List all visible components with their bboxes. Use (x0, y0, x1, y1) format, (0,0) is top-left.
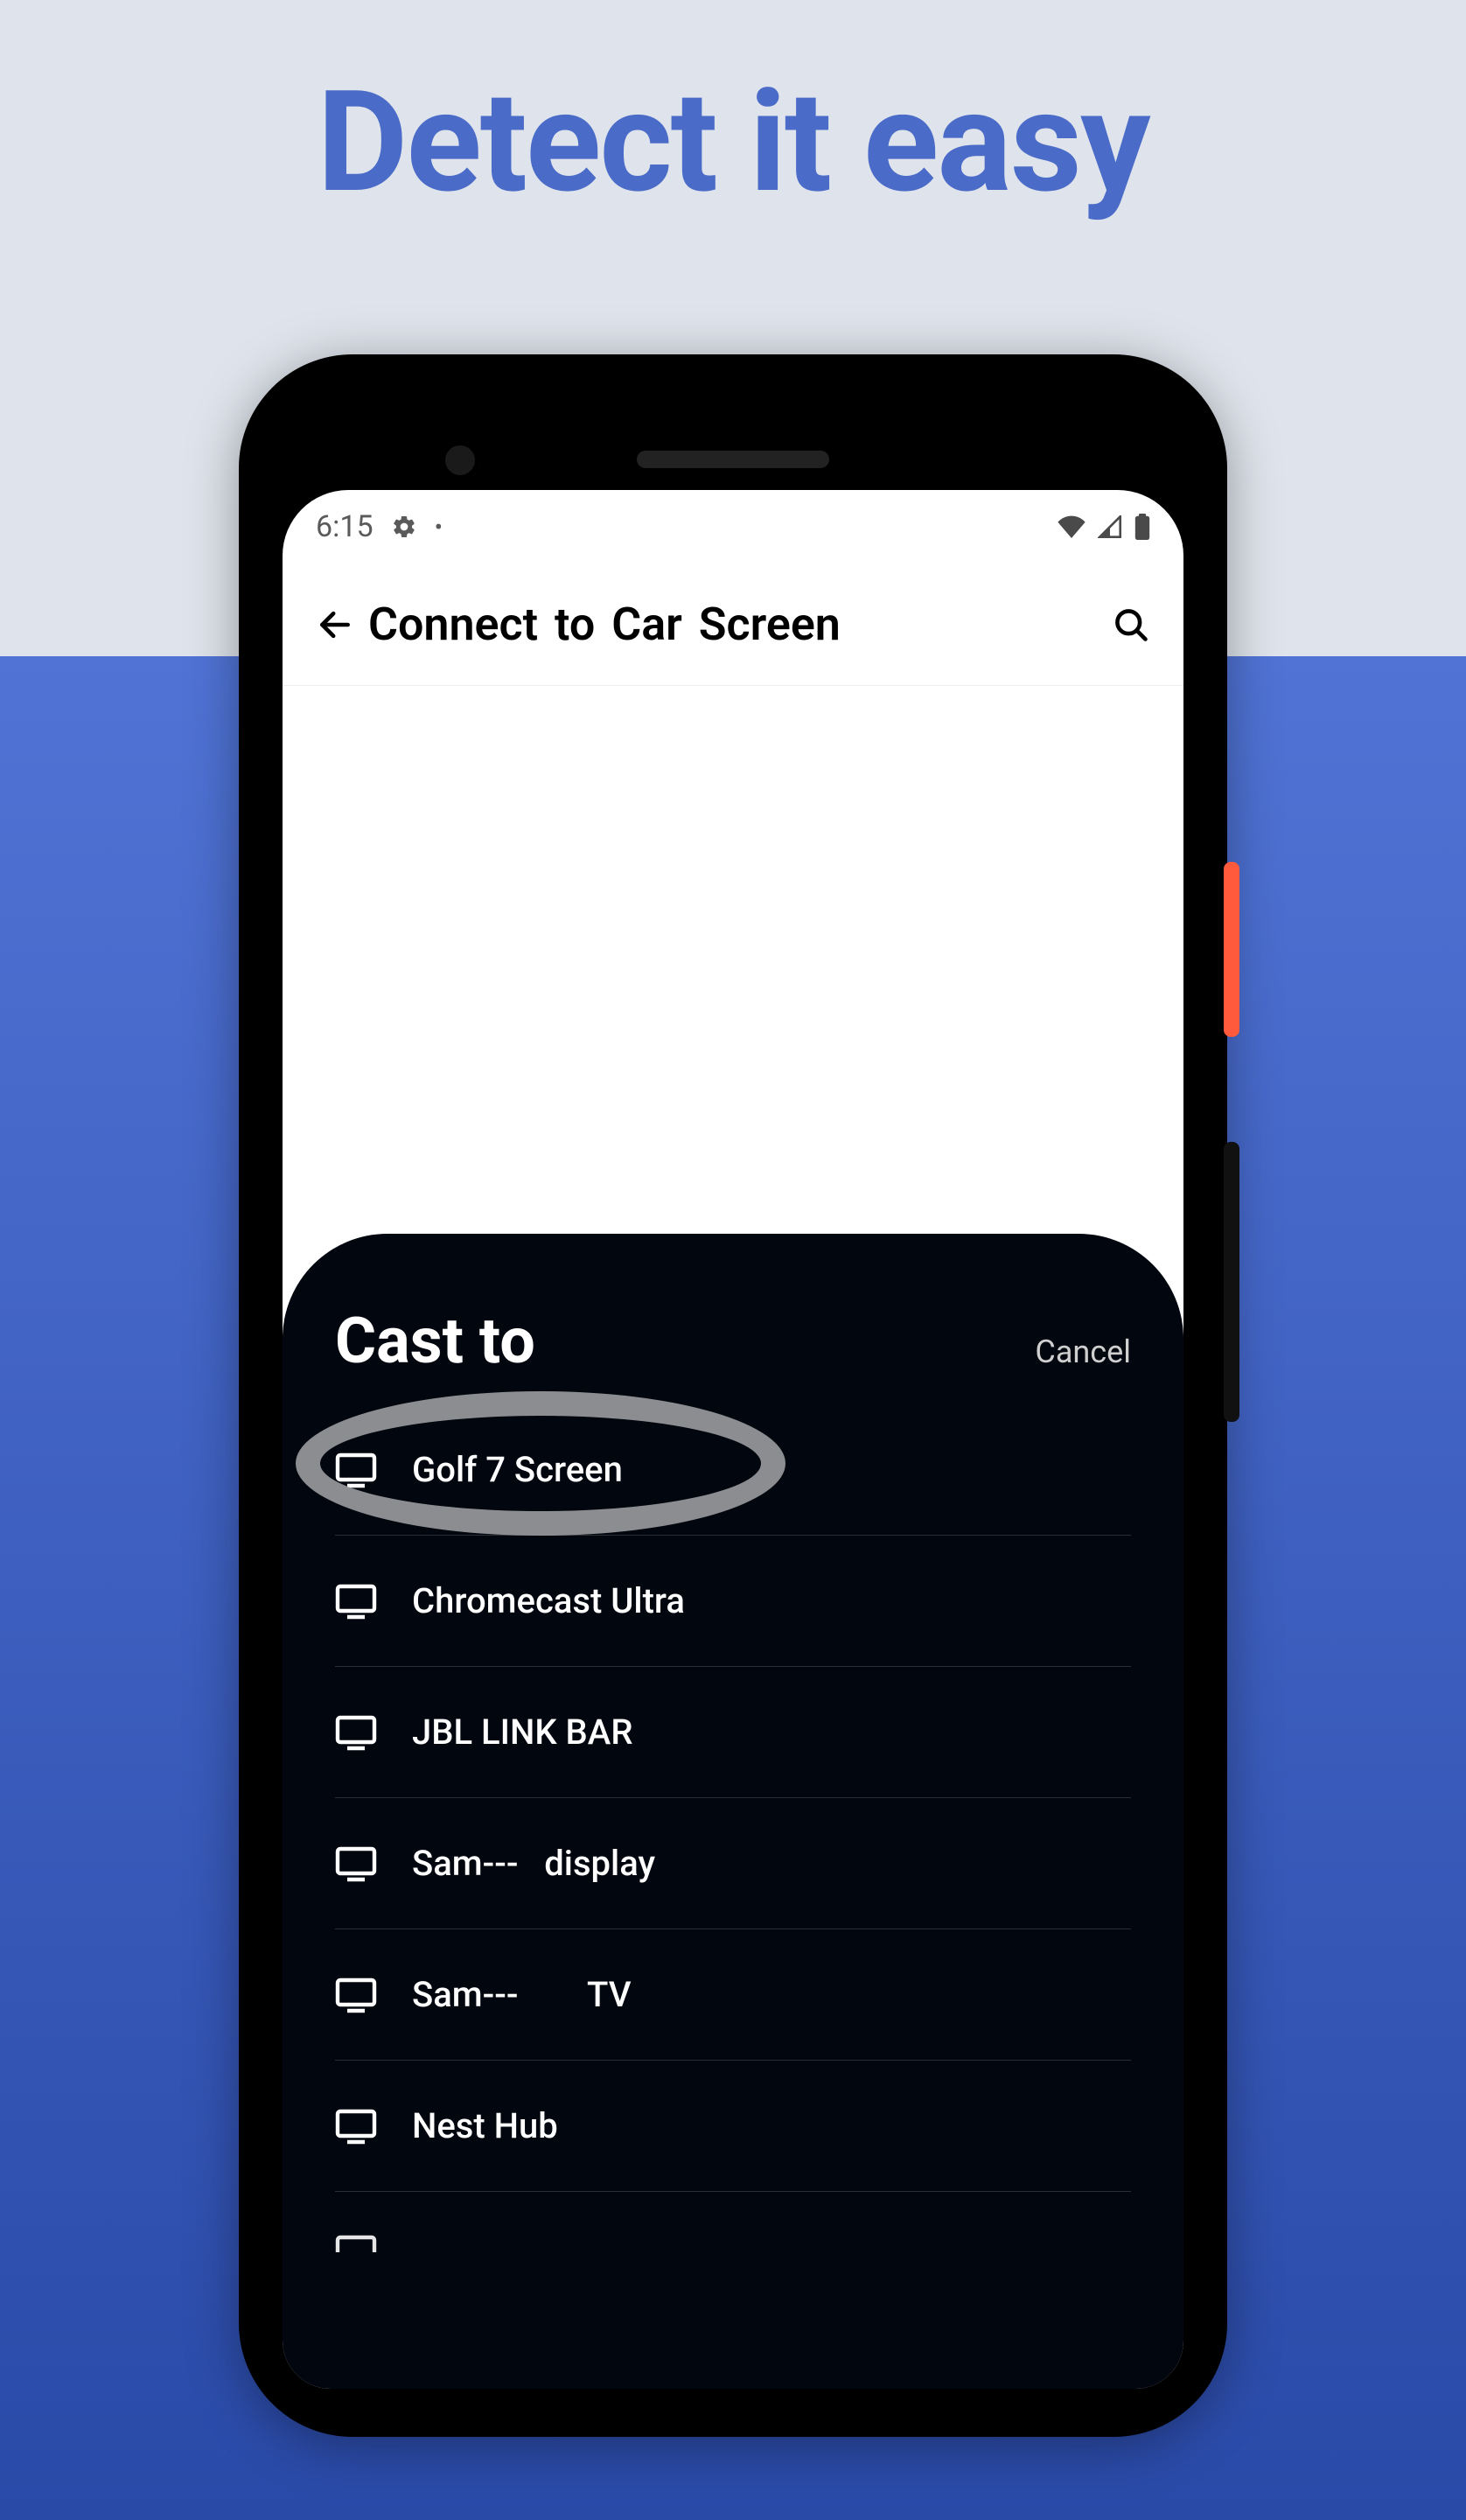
device-item-sam-display[interactable]: Sam--- display (335, 1798, 1131, 1929)
tv-icon (335, 1452, 377, 1488)
tv-icon (335, 2232, 377, 2255)
tv-icon (335, 2108, 377, 2145)
status-dot-icon: • (435, 513, 443, 542)
gear-icon (391, 514, 417, 540)
status-time: 6:15 (316, 509, 373, 544)
cancel-button[interactable]: Cancel (1035, 1334, 1131, 1370)
sheet-title: Cast to (335, 1304, 535, 1378)
battery-icon (1134, 514, 1150, 540)
device-item-nest-hub[interactable]: Nest Hub (335, 2061, 1131, 2192)
power-button (1224, 862, 1239, 1037)
device-item-partial[interactable] (335, 2192, 1131, 2262)
device-item-golf7[interactable]: Golf 7 Screen (335, 1404, 1131, 1536)
device-label: Nest Hub (412, 2105, 558, 2146)
phone-speaker (637, 451, 829, 468)
phone-frame: 6:15 • (239, 354, 1227, 2437)
device-label: Golf 7 Screen (412, 1449, 623, 1490)
content-blank (283, 686, 1183, 1228)
device-item-sam-tv[interactable]: Sam--- TV (335, 1929, 1131, 2061)
device-list: Golf 7 Screen Chromecast Ultra JBL LINK … (283, 1404, 1183, 2262)
wifi-icon (1058, 515, 1086, 538)
phone-screen: 6:15 • (283, 490, 1183, 2389)
tv-icon (335, 1845, 377, 1882)
back-button[interactable] (309, 598, 361, 651)
device-item-chromecast-ultra[interactable]: Chromecast Ultra (335, 1536, 1131, 1667)
volume-button (1224, 1142, 1239, 1422)
status-bar: 6:15 • (283, 490, 1183, 564)
tv-icon (335, 1977, 377, 2013)
cellular-icon (1098, 515, 1122, 538)
page-title: Connect to Car Screen (361, 598, 1105, 651)
device-label: Chromecast Ultra (412, 1580, 685, 1621)
search-button[interactable] (1105, 598, 1157, 651)
device-label: JBL LINK BAR (412, 1712, 633, 1753)
marketing-headline: Detect it easy (0, 61, 1466, 225)
tv-icon (335, 1583, 377, 1620)
front-camera (440, 440, 480, 480)
device-item-jbl-link-bar[interactable]: JBL LINK BAR (335, 1667, 1131, 1798)
cast-bottom-sheet: Cast to Cancel Golf 7 Screen Chro (283, 1234, 1183, 2389)
device-label: Sam--- display (412, 1843, 655, 1884)
app-bar: Connect to Car Screen (283, 564, 1183, 686)
tv-icon (335, 1714, 377, 1751)
device-label: Sam--- TV (412, 1974, 632, 2015)
